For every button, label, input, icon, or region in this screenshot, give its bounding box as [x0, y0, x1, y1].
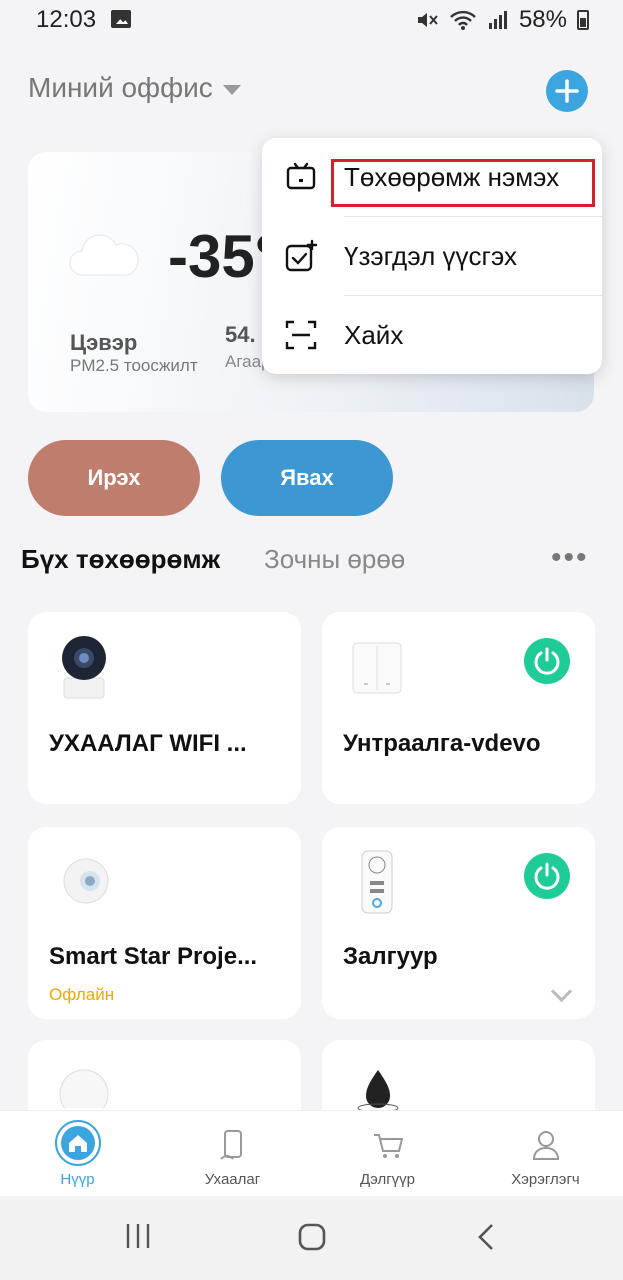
power-icon — [534, 647, 560, 675]
nav-label: Нүүр — [60, 1171, 95, 1188]
nav-smart[interactable]: Ухаалаг — [155, 1111, 310, 1197]
nav-label: Хэрэглэгч — [511, 1171, 580, 1188]
air-quality-label: PM2.5 тоосжилт — [70, 356, 198, 375]
power-toggle[interactable] — [524, 853, 570, 899]
device-card-projector[interactable]: Smart Star Proje... Офлайн — [28, 827, 301, 1019]
device-card-camera[interactable]: УХААЛАГ WIFI ... — [28, 612, 301, 804]
wifi-icon — [450, 10, 476, 30]
battery-percent: 58% — [518, 6, 567, 33]
device-name: УХААЛАГ WIFI ... — [49, 730, 247, 757]
smart-icon — [219, 1130, 242, 1160]
cloud-icon — [69, 234, 139, 276]
device-card-switch[interactable]: Унтраалга-vdevo — [322, 612, 595, 804]
device-name: Унтраалга-vdevo — [343, 730, 541, 757]
scan-icon — [285, 320, 317, 350]
scene-arrive-button[interactable]: Ирэх — [28, 440, 200, 516]
humidity-value: 54. — [225, 322, 256, 347]
recent-apps-icon[interactable] — [124, 1222, 152, 1250]
air-quality-value: Цэвэр — [70, 330, 138, 355]
menu-label: Хайх — [344, 320, 404, 350]
create-scene-icon — [285, 239, 318, 272]
tab-guest-room[interactable]: Зочны өрөө — [264, 544, 405, 575]
device-card-socket[interactable]: Залгуур — [322, 827, 595, 1019]
plus-icon — [555, 79, 579, 103]
round-device-icon — [59, 1069, 109, 1108]
home-name: Миний оффис — [28, 72, 213, 103]
cart-icon — [373, 1134, 403, 1158]
system-navigation — [0, 1196, 623, 1280]
menu-item-create-scene[interactable]: Үзэгдэл үүсгэх — [262, 217, 602, 295]
star-projector-icon — [63, 858, 109, 904]
menu-item-scan[interactable]: Хайх — [262, 296, 602, 374]
home-selector[interactable]: Миний оффис — [28, 72, 241, 104]
user-icon — [532, 1131, 559, 1160]
chevron-down-icon[interactable] — [550, 980, 573, 1003]
nav-label: Ухаалаг — [204, 1171, 261, 1188]
highlight-box — [331, 159, 595, 207]
more-icon[interactable]: ••• — [551, 543, 589, 573]
tab-all-devices[interactable]: Бүх төхөөрөмж — [21, 544, 220, 575]
add-button[interactable] — [546, 70, 588, 112]
nav-label: Дэлгүүр — [359, 1171, 416, 1188]
status-time: 12:03 — [36, 6, 97, 33]
caret-down-icon — [222, 85, 241, 95]
camera-device-icon — [62, 636, 106, 699]
bottom-navigation: Нүүр Ухаалаг Дэлгүүр Хэрэглэгч — [0, 1110, 623, 1197]
signal-icon — [488, 11, 507, 29]
menu-label: Үзэгдэл үүсгэх — [344, 241, 517, 271]
status-icons: 58% — [415, 6, 589, 34]
device-name: Залгуур — [343, 943, 438, 970]
device-status-offline: Офлайн — [49, 985, 115, 1004]
home-icon — [54, 1120, 101, 1166]
mute-icon — [417, 13, 438, 27]
menu-item-add-device[interactable]: Төхөөрөмж нэмэх — [262, 138, 602, 216]
back-icon[interactable] — [474, 1222, 498, 1252]
power-icon — [534, 862, 560, 890]
wall-switch-icon — [352, 642, 402, 694]
water-drop-icon — [357, 1070, 399, 1112]
nav-shop[interactable]: Дэлгүүр — [310, 1111, 465, 1197]
nav-user[interactable]: Хэрэглэгч — [468, 1111, 623, 1197]
scene-leave-button[interactable]: Явах — [221, 440, 393, 516]
power-toggle[interactable] — [524, 638, 570, 684]
smart-plug-icon — [361, 850, 393, 914]
nav-home[interactable]: Нүүр — [0, 1111, 155, 1197]
add-dropdown-menu: Төхөөрөмж нэмэх Үзэгдэл үүсгэх Хайх — [262, 138, 602, 374]
home-system-icon[interactable] — [297, 1222, 327, 1252]
battery-icon — [577, 10, 589, 30]
status-bar: 12:03 58% — [0, 0, 623, 48]
add-device-icon — [286, 162, 316, 190]
gallery-notification-icon — [111, 10, 131, 28]
device-name: Smart Star Proje... — [49, 943, 258, 970]
